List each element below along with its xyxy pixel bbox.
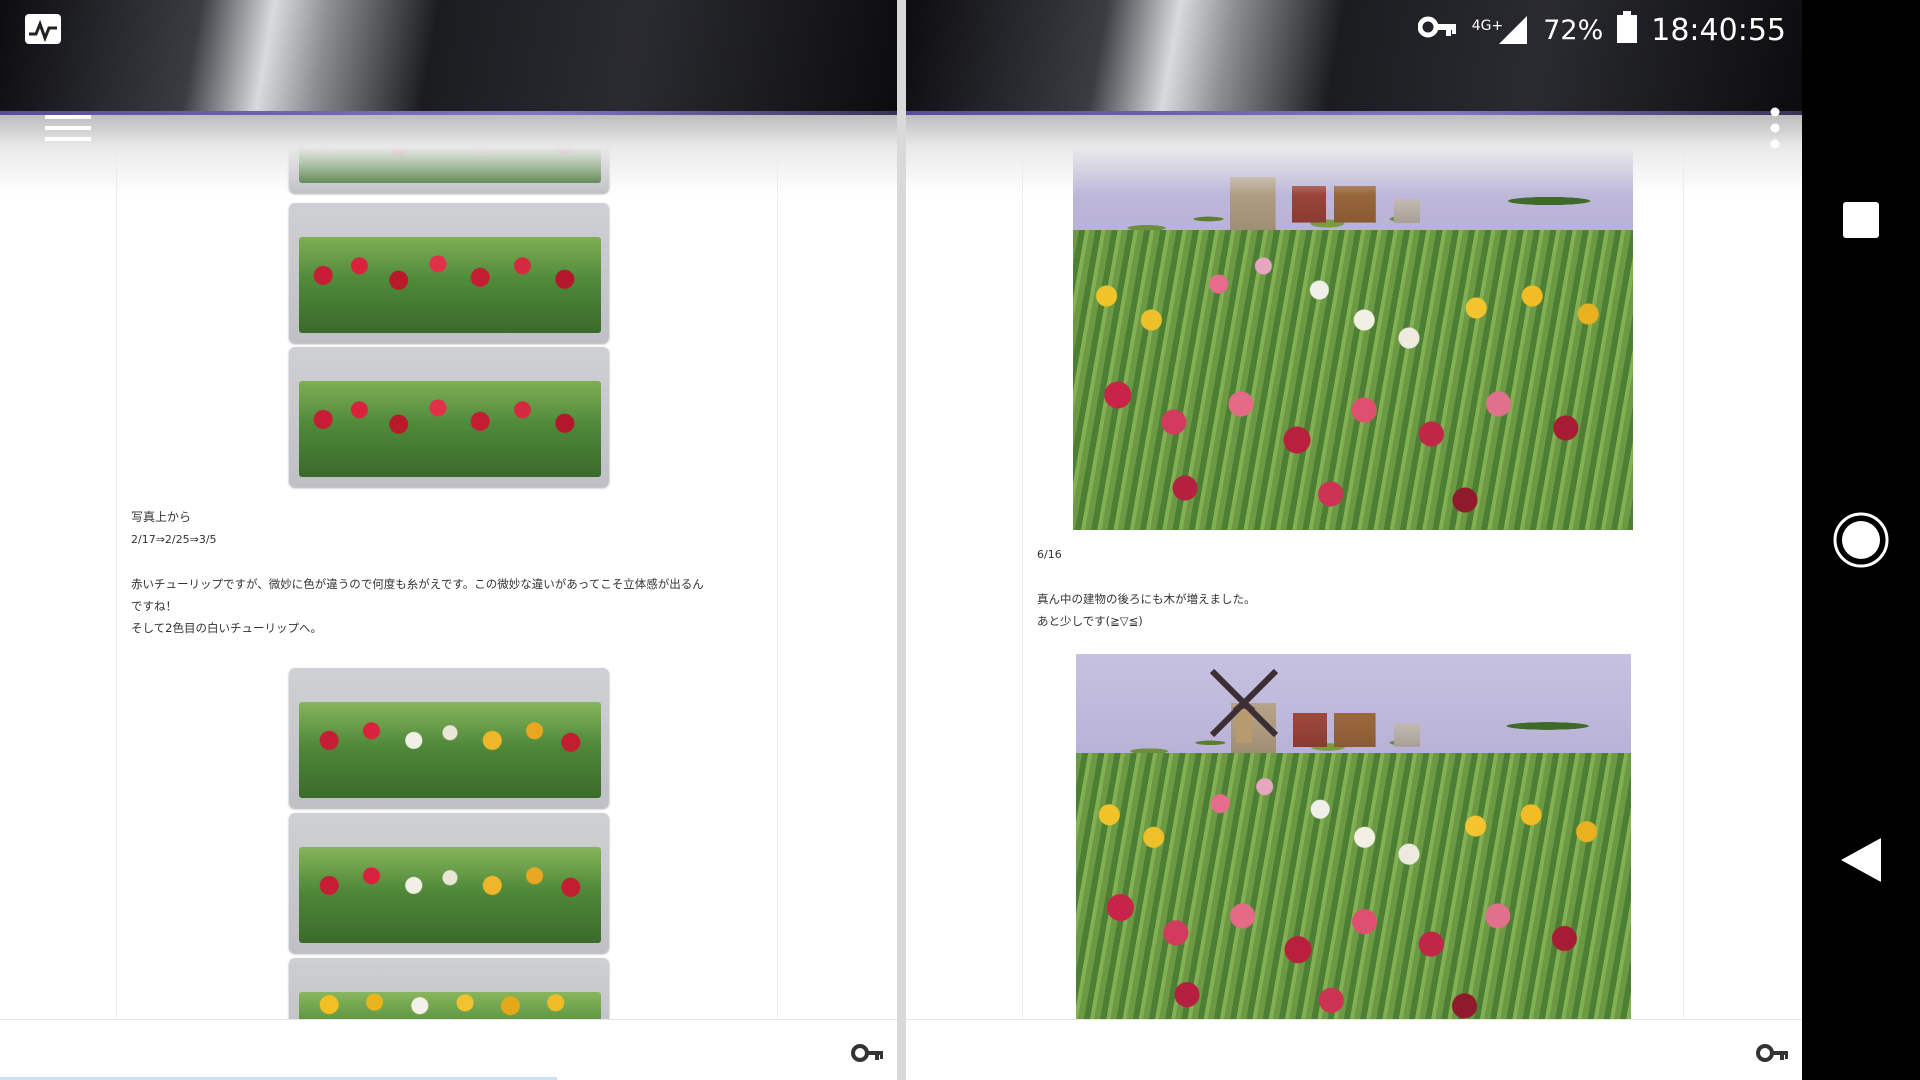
app-header-wallpaper: [0, 0, 897, 115]
home-circle-icon[interactable]: [1802, 508, 1920, 572]
left-bottom-bar: [0, 1019, 897, 1080]
toolbar-fade: [906, 115, 1802, 195]
article-paragraph: 赤いチューリップですが、微妙に色が違うので何度も糸がえです。この微妙な違いがあっ…: [131, 577, 704, 635]
right-bottom-bar: [906, 1019, 1802, 1080]
battery-percent: 72%: [1543, 14, 1604, 46]
right-browser-pane: 6/16 真ん中の建物の後ろにも木が増えました。 あと少しです(≧▽≦): [906, 0, 1802, 1080]
hamburger-menu-icon[interactable]: [40, 108, 96, 148]
toolbar-fade: [0, 115, 897, 195]
tapestry-photo-4[interactable]: [289, 668, 609, 808]
recents-square-icon[interactable]: [1802, 196, 1920, 244]
tapestry-photo-windmill[interactable]: [1076, 654, 1631, 1034]
more-vertical-icon[interactable]: [1760, 104, 1790, 152]
tapestry-photo-5[interactable]: [289, 813, 609, 953]
article-paragraph: 真ん中の建物の後ろにも木が増えました。 あと少しです(≧▽≦): [1037, 592, 1256, 628]
monitor-app-icon: [20, 10, 66, 48]
split-screen-divider[interactable]: [897, 0, 906, 1080]
back-triangle-icon[interactable]: [1802, 832, 1920, 888]
left-article-content: 写真上から 2/17⇒2/25⇒3/5 赤いチューリップですが、微妙に色が違うの…: [116, 81, 778, 1038]
right-article-content: 6/16 真ん中の建物の後ろにも木が増えました。 あと少しです(≧▽≦): [1022, 115, 1684, 1034]
windmill-graphic: [1209, 669, 1278, 744]
network-type-label: 4G+: [1471, 18, 1504, 34]
tapestry-photo-3[interactable]: [289, 347, 609, 487]
date-text: 6/16: [1037, 548, 1062, 561]
tapestry-photo-2[interactable]: [289, 203, 609, 343]
status-bar: 4G+ 72% 18:40:55: [1417, 8, 1786, 52]
caption-text: 写真上から: [131, 510, 192, 524]
clock: 18:40:55: [1651, 12, 1786, 48]
signal-icon: 4G+: [1472, 14, 1530, 46]
vpn-key-icon: [1417, 14, 1458, 47]
key-icon[interactable]: [851, 1042, 885, 1064]
left-browser-pane: 写真上から 2/17⇒2/25⇒3/5 赤いチューリップですが、微妙に色が違うの…: [0, 0, 897, 1080]
battery-icon: [1617, 10, 1638, 50]
key-icon[interactable]: [1756, 1042, 1790, 1064]
navigation-bar: [1802, 0, 1920, 1080]
dates-text: 2/17⇒2/25⇒3/5: [131, 533, 217, 546]
